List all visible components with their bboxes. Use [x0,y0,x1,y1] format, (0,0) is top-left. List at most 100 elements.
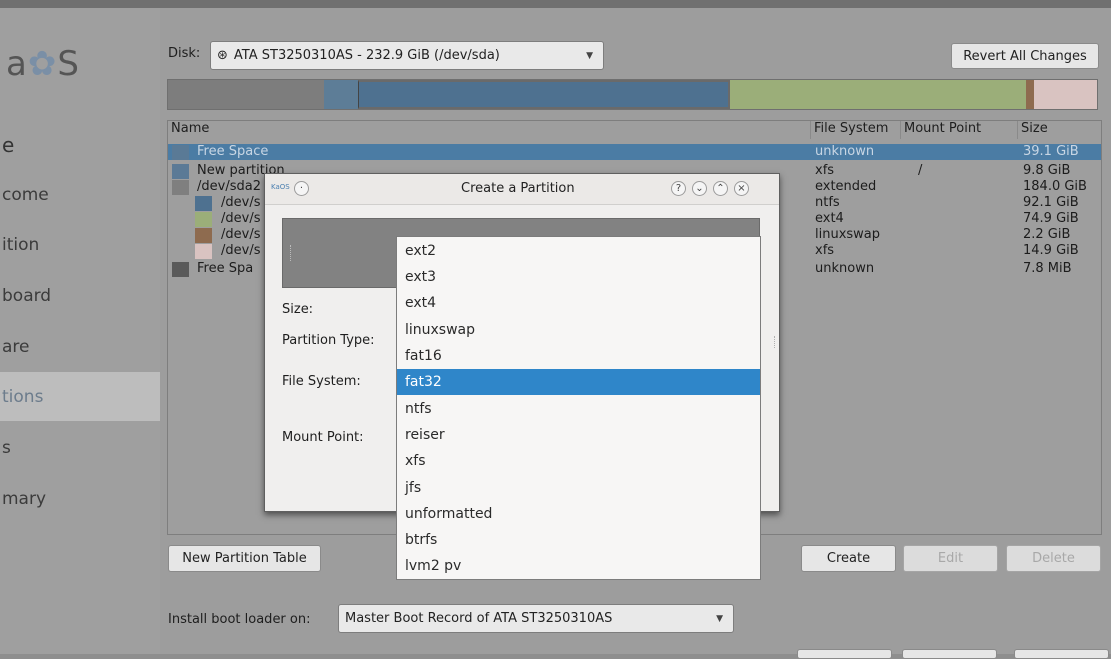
row-size: 9.8 GiB [1023,163,1071,178]
row-fs: unknown [815,261,875,276]
filesystem-dropdown-list[interactable]: ext2 ext3 ext4 linuxswap fat16 fat32 ntf… [396,236,761,580]
fs-option-unformatted[interactable]: unformatted [397,501,760,527]
partition-bar-segment [730,80,1026,109]
row-name: Free Space [197,144,269,159]
size-label: Size: [282,302,314,317]
table-row[interactable]: Free Space unknown 39.1 GiB [168,144,1101,160]
disk-icon: ⊛ [217,48,228,63]
kaos-logo: a✿S [6,44,80,84]
delete-button[interactable]: Delete [1006,545,1101,572]
bootloader-select[interactable]: Master Boot Record of ATA ST3250310AS ▼ [338,604,734,633]
row-fs: xfs [815,163,835,178]
partition-color-swatch [172,180,189,195]
fs-option-ext4[interactable]: ext4 [397,290,760,316]
app-badge: KaOS [271,183,290,191]
partition-bar-segment [1026,80,1034,109]
partition-bar [167,79,1098,110]
row-size: 2.2 GiB [1023,227,1071,242]
bootloader-select-value: Master Boot Record of ATA ST3250310AS [345,611,613,626]
chevron-down-icon: ▼ [716,613,723,624]
new-partition-table-button[interactable]: New Partition Table [168,545,321,572]
chevron-down-icon: ▼ [586,50,593,61]
create-button[interactable]: Create [801,545,896,572]
disk-select-value: ATA ST3250310AS - 232.9 GiB (/dev/sda) [233,48,500,63]
filesystem-label: File System: [282,374,361,389]
mount-point-label: Mount Point: [282,430,364,445]
sidebar-item-users: s [2,438,11,458]
partition-bar-segment [1034,80,1097,109]
sidebar-item-keyboard: board [2,286,52,306]
row-name: /dev/s [221,211,261,226]
help-icon[interactable]: ? [671,181,686,196]
row-name: Free Spa [197,261,254,276]
column-header-name[interactable]: Name [168,121,811,139]
row-name: /dev/s [221,195,261,210]
back-button[interactable] [797,649,892,659]
next-button[interactable] [902,649,997,659]
partition-bar-segment [168,80,324,109]
fs-option-btrfs[interactable]: btrfs [397,527,760,553]
row-size: 14.9 GiB [1023,243,1079,258]
fs-option-xfs[interactable]: xfs [397,448,760,474]
dialog-menu-icon[interactable]: · [294,181,309,196]
disk-label: Disk: [168,46,201,61]
fs-option-fat32[interactable]: fat32 [397,369,760,395]
partition-type-label: Partition Type: [282,333,375,348]
row-size: 7.8 MiB [1023,261,1072,276]
dialog-title: Create a Partition [461,181,575,196]
partition-color-swatch [195,244,212,259]
close-icon[interactable]: × [734,181,749,196]
dialog-titlebar: KaOS · Create a Partition ? ⌄ ⌃ × [265,174,779,205]
gear-logo-icon: ✿ [27,44,58,84]
partition-bar-segment [358,80,730,109]
partition-color-swatch [195,196,212,211]
row-name: /dev/sda2 [197,179,261,194]
sidebar-item-welcome: come [2,185,49,205]
dialog-resize-grip-icon[interactable] [774,336,777,348]
minimize-icon[interactable]: ⌄ [692,181,707,196]
fs-option-ntfs[interactable]: ntfs [397,396,760,422]
column-header-filesystem[interactable]: File System [811,121,901,139]
cancel-button[interactable] [1014,649,1109,659]
fs-option-linuxswap[interactable]: linuxswap [397,317,760,343]
fs-option-ext2[interactable]: ext2 [397,238,760,264]
partition-color-swatch [195,212,212,227]
column-header-mount[interactable]: Mount Point [901,121,1018,139]
sidebar-item-location: ition [2,235,40,255]
fs-option-lvm2-pv[interactable]: lvm2 pv [397,553,760,579]
fs-option-reiser[interactable]: reiser [397,422,760,448]
column-header-size[interactable]: Size [1018,121,1101,139]
edit-button[interactable]: Edit [903,545,998,572]
row-fs: ext4 [815,211,844,226]
sidebar-item-summary: mary [2,489,47,509]
sidebar-item-partitions: tions [0,372,160,421]
resize-handle-icon[interactable] [290,245,293,261]
row-size: 92.1 GiB [1023,195,1079,210]
row-name: /dev/s [221,243,261,258]
sidebar-heading: e [2,133,15,157]
disk-select[interactable]: ⊛ ATA ST3250310AS - 232.9 GiB (/dev/sda)… [210,41,604,70]
row-fs: xfs [815,243,835,258]
revert-all-changes-button[interactable]: Revert All Changes [951,43,1099,69]
row-fs: unknown [815,144,875,159]
row-fs: ntfs [815,195,840,210]
fs-option-ext3[interactable]: ext3 [397,264,760,290]
row-size: 184.0 GiB [1023,179,1087,194]
fs-option-fat16[interactable]: fat16 [397,343,760,369]
partition-color-swatch [172,145,189,160]
sidebar: a✿S e come ition board are tions s mary [0,8,160,654]
maximize-icon[interactable]: ⌃ [713,181,728,196]
partition-color-swatch [172,164,189,179]
window-top-edge [0,0,1111,8]
row-mount: / [918,163,923,178]
bootloader-label: Install boot loader on: [168,612,311,627]
row-size: 39.1 GiB [1023,144,1079,159]
partition-color-swatch [172,262,189,277]
fs-option-jfs[interactable]: jfs [397,475,760,501]
row-fs: extended [815,179,877,194]
logo-text: a [6,44,28,84]
partition-bar-segment [324,80,358,109]
row-fs: linuxswap [815,227,881,242]
logo-text-tail: S [57,44,80,84]
partition-color-swatch [195,228,212,243]
